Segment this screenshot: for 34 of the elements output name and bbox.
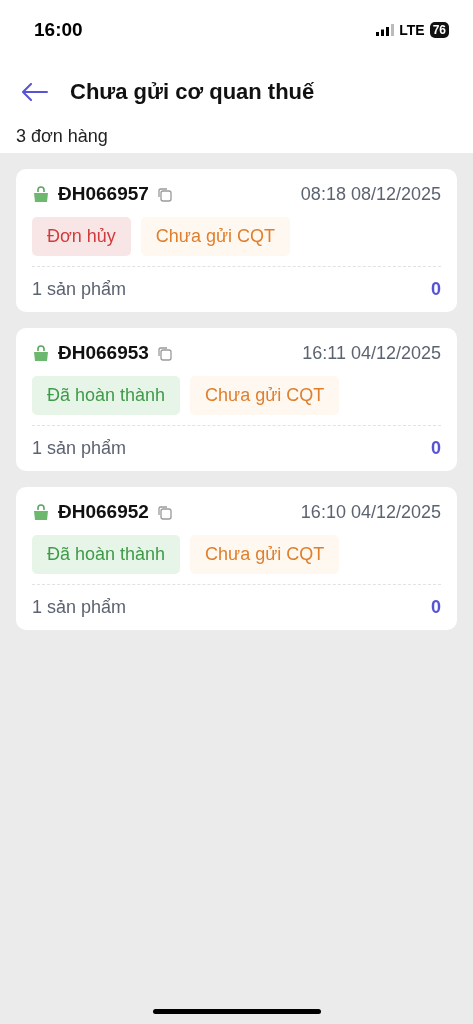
network-type: LTE [399,22,425,38]
order-count: 3 đơn hàng [15,125,109,148]
status-tag: Đơn hủy [32,217,131,256]
back-arrow-icon[interactable] [22,83,48,101]
page-title: Chưa gửi cơ quan thuế [70,79,315,105]
product-count: 1 sản phẩm [32,279,127,300]
status-tag: Chưa gửi CQT [140,217,290,256]
product-count: 1 sản phẩm [32,597,127,618]
status-tag: Đã hoàn thành [32,535,181,574]
order-datetime: 08:18 08/12/2025 [300,183,441,205]
bag-icon [32,503,50,521]
status-tag: Chưa gửi CQT [190,376,340,415]
bag-icon [32,344,50,362]
copy-icon[interactable] [156,345,172,361]
order-code: ĐH066953 [58,342,149,364]
order-code: ĐH066952 [58,501,149,523]
order-card[interactable]: ĐH066953 16:11 04/12/2025 Đã hoàn thành Chưa gửi CQT 1 sản phẩm 0 [16,328,457,471]
status-tag: Chưa gửi CQT [190,535,340,574]
bag-icon [32,185,50,203]
order-total: 0 [431,279,441,300]
status-time: 16:00 [34,19,83,41]
order-code: ĐH066957 [58,183,149,205]
order-card[interactable]: ĐH066957 08:18 08/12/2025 Đơn hủy Chưa gửi CQT 1 sản phẩm 0 [16,169,457,312]
order-datetime: 16:11 04/12/2025 [302,342,441,364]
copy-icon[interactable] [156,504,172,520]
order-total: 0 [431,438,441,459]
order-card[interactable]: ĐH066952 16:10 04/12/2025 Đã hoàn thành Chưa gửi CQT 1 sản phẩm 0 [16,487,457,630]
order-total: 0 [431,597,441,618]
order-datetime: 16:10 04/12/2025 [300,501,441,523]
signal-icon [376,24,395,36]
battery-indicator: 76 [429,22,449,38]
product-count: 1 sản phẩm [32,438,127,459]
copy-icon[interactable] [156,186,172,202]
status-tag: Đã hoàn thành [32,376,181,415]
